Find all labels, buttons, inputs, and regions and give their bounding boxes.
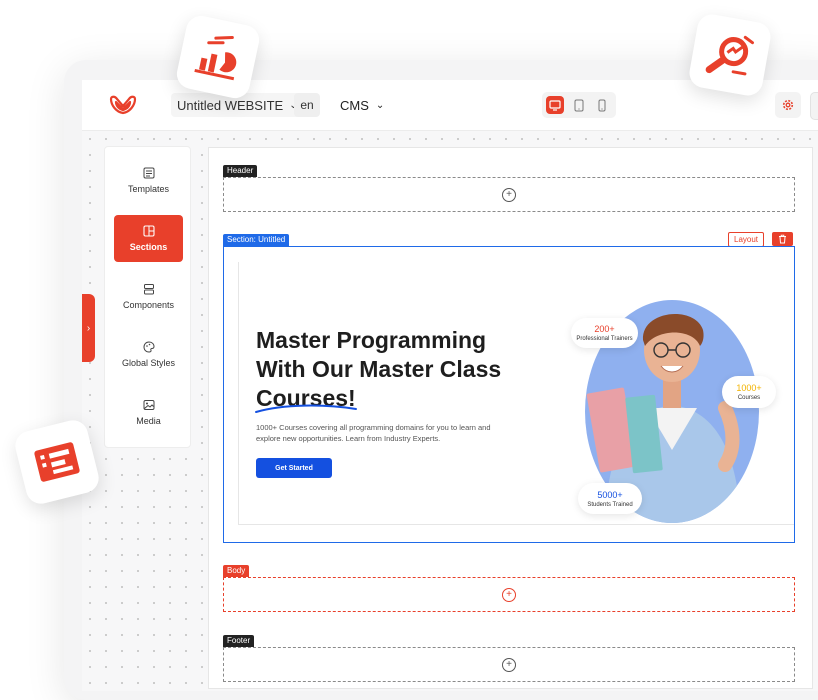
footer-drop-zone[interactable]: +: [223, 647, 795, 682]
header-drop-zone[interactable]: +: [223, 177, 795, 212]
sidebar-item-components[interactable]: Components: [114, 273, 183, 320]
chevron-down-icon: ⌄: [375, 99, 385, 111]
get-started-button[interactable]: Get Started: [256, 458, 332, 478]
sidebar-toggle-button[interactable]: ›: [82, 294, 95, 362]
device-switcher: [542, 92, 616, 118]
add-icon[interactable]: +: [502, 587, 516, 602]
builder-sidebar: Templates Sections Components Global Sty…: [104, 146, 191, 448]
hero-description: 1000+ Courses covering all programming d…: [256, 423, 491, 443]
sidebar-item-sections[interactable]: Sections: [114, 215, 183, 262]
cms-menu[interactable]: CMS ⌄: [340, 93, 384, 117]
more-button[interactable]: [810, 92, 818, 120]
mobile-icon[interactable]: [593, 96, 611, 114]
sidebar-item-label: Components: [122, 300, 175, 310]
header-tag: Header: [223, 165, 258, 177]
stat-card-courses: 1000+ Courses: [722, 376, 776, 408]
sidebar-item-label: Global Styles: [121, 358, 176, 368]
stat-number: 1000+: [736, 383, 762, 393]
chevron-right-icon: ›: [86, 322, 91, 334]
growth-search-badge: [687, 12, 773, 98]
analytics-badge: [174, 13, 262, 101]
layout-button[interactable]: Layout: [728, 232, 765, 247]
sidebar-item-templates[interactable]: Templates: [114, 157, 183, 204]
brand-logo: [109, 95, 137, 115]
image-icon: [143, 400, 154, 410]
stat-label: Courses: [737, 395, 761, 401]
sections-icon: [142, 225, 155, 237]
body-drop-zone[interactable]: +: [223, 577, 795, 612]
title-underline-decoration: [255, 404, 357, 413]
layout-blocks-icon: [34, 442, 80, 482]
palette-icon: [142, 341, 155, 353]
desktop-icon[interactable]: [546, 96, 564, 114]
hero-title-line: Master Programming: [256, 327, 487, 353]
magnifier-chart-icon: [705, 35, 754, 76]
add-icon[interactable]: +: [502, 187, 516, 202]
gear-icon: [782, 99, 794, 111]
stat-card-students: 5000+ Students Trained: [578, 483, 642, 514]
language-selector[interactable]: en: [294, 93, 320, 117]
stat-card-trainers: 200+ Professional Trainers: [571, 318, 638, 348]
hero-title-line: With Our Master Class: [256, 356, 502, 382]
hero-title: Master Programming With Our Master Class…: [256, 326, 546, 413]
chart-analytics-icon: [194, 36, 237, 81]
stat-label: Professional Trainers: [576, 336, 633, 342]
components-icon: [143, 284, 154, 295]
sidebar-item-media[interactable]: Media: [114, 389, 183, 436]
cms-label: CMS: [340, 97, 369, 113]
site-name: Untitled WEBSITE: [177, 97, 284, 113]
trash-icon: [779, 234, 786, 244]
tablet-icon[interactable]: [570, 96, 588, 114]
stat-number: 5000+: [597, 489, 623, 500]
sidebar-item-label: Sections: [129, 242, 168, 252]
sidebar-item-label: Media: [136, 416, 161, 426]
stat-label: Students Trained: [587, 501, 633, 508]
sidebar-item-global-styles[interactable]: Global Styles: [114, 331, 183, 378]
section-tag: Section: Untitled: [223, 234, 290, 246]
templates-icon: [143, 167, 154, 179]
footer-tag: Footer: [223, 635, 255, 647]
delete-section-button[interactable]: [772, 232, 793, 246]
stat-number: 200+: [594, 324, 615, 334]
settings-button[interactable]: [775, 92, 801, 118]
body-tag: Body: [223, 565, 250, 577]
sidebar-item-label: Templates: [127, 184, 170, 194]
add-icon[interactable]: +: [502, 657, 516, 672]
